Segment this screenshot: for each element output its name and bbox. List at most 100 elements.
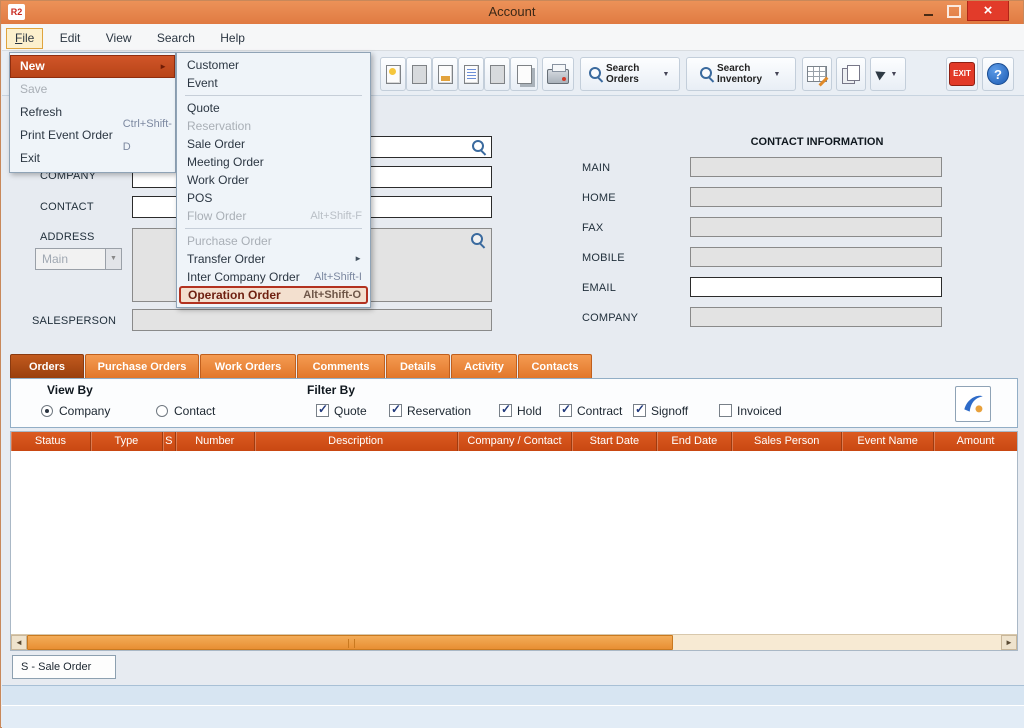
menu-search[interactable]: Search	[148, 28, 204, 49]
document-stack-button[interactable]	[510, 57, 538, 91]
file-menu-item-print-event-order[interactable]: Print Event Order Ctrl+Shift-D	[10, 124, 175, 147]
pointer-tool-button[interactable]: ▼	[870, 57, 906, 91]
copy-icon	[842, 65, 860, 83]
document-stack-icon	[517, 65, 532, 84]
scrollbar-thumb[interactable]	[27, 635, 673, 650]
chevron-down-icon[interactable]: ▼	[105, 249, 121, 269]
filter-signoff-checkbox[interactable]	[633, 404, 646, 417]
contact-company-field	[690, 307, 942, 327]
filter-invoiced-checkbox[interactable]	[719, 404, 732, 417]
search-inventory-button[interactable]: Search Inventory ▼	[686, 57, 796, 91]
column-sales-person[interactable]: Sales Person	[732, 432, 842, 451]
email-field[interactable]	[690, 277, 942, 297]
tab-contacts[interactable]: Contacts	[518, 354, 592, 378]
document-lines-button[interactable]	[458, 57, 484, 91]
tab-activity[interactable]: Activity	[451, 354, 517, 378]
status-bar-lower	[2, 705, 1024, 728]
titlebar[interactable]: R2 Account	[1, 1, 1023, 24]
view-by-contact-radio[interactable]	[156, 405, 168, 417]
submenu-item-purchase-order[interactable]: Purchase Order	[177, 232, 370, 250]
submenu-item-pos[interactable]: POS	[177, 189, 370, 207]
menu-file[interactable]: File	[6, 28, 43, 49]
tab-orders[interactable]: Orders	[10, 354, 84, 378]
column-start-date[interactable]: Start Date	[572, 432, 657, 451]
submenu-item-flow-order[interactable]: Flow Order Alt+Shift-F	[177, 207, 370, 225]
minimize-button[interactable]	[915, 1, 941, 21]
view-by-company-radio[interactable]	[41, 405, 53, 417]
file-menu-item-new[interactable]: New ►	[10, 55, 175, 78]
submenu-item-reservation[interactable]: Reservation	[177, 117, 370, 135]
tab-details[interactable]: Details	[386, 354, 450, 378]
filter-quote-label: Quote	[334, 404, 367, 418]
horizontal-scrollbar[interactable]: ◄ ►	[11, 634, 1017, 650]
column-event-name[interactable]: Event Name	[842, 432, 934, 451]
edit-grid-button[interactable]	[802, 57, 832, 91]
help-button[interactable]: ?	[982, 57, 1014, 91]
close-button[interactable]	[967, 1, 1009, 21]
submenu-item-customer[interactable]: Customer	[177, 56, 370, 74]
search-icon[interactable]	[471, 233, 485, 247]
search-icon[interactable]	[472, 140, 486, 154]
submenu-item-sale-order[interactable]: Sale Order	[177, 135, 370, 153]
filter-reservation-checkbox[interactable]	[389, 404, 402, 417]
menu-help[interactable]: Help	[211, 28, 254, 49]
window-title: Account	[1, 4, 1023, 19]
submenu-item-quote[interactable]: Quote	[177, 99, 370, 117]
filter-contract-checkbox[interactable]	[559, 404, 572, 417]
save-document-button[interactable]	[432, 57, 458, 91]
document-gray-button[interactable]	[484, 57, 510, 91]
chevron-down-icon[interactable]: ▼	[661, 71, 671, 78]
file-dropdown-menu: New ► Save Refresh Print Event Order Ctr…	[9, 52, 176, 173]
search-orders-label: Search Orders	[606, 63, 658, 85]
menu-view[interactable]: View	[97, 28, 141, 49]
column-status[interactable]: Status	[11, 432, 91, 451]
column-number[interactable]: Number	[176, 432, 255, 451]
filter-invoiced-label: Invoiced	[737, 404, 782, 418]
filter-quote-checkbox[interactable]	[316, 404, 329, 417]
tab-work-orders[interactable]: Work Orders	[200, 354, 296, 378]
submenu-item-meeting-order[interactable]: Meeting Order	[177, 153, 370, 171]
email-label: EMAIL	[582, 282, 616, 294]
address-type-select[interactable]: Main ▼	[35, 248, 122, 270]
filter-signoff-label: Signoff	[651, 404, 688, 418]
filter-hold-checkbox[interactable]	[499, 404, 512, 417]
tab-comments[interactable]: Comments	[297, 354, 385, 378]
search-orders-button[interactable]: Search Orders ▼	[580, 57, 680, 91]
column-amount[interactable]: Amount	[934, 432, 1017, 451]
submenu-item-inter-company-order[interactable]: Inter Company Order Alt+Shift-I	[177, 268, 370, 286]
scroll-right-arrow-icon[interactable]: ►	[1001, 635, 1017, 650]
column-type[interactable]: Type	[91, 432, 163, 451]
address-type-value: Main	[42, 252, 68, 266]
column-end-date[interactable]: End Date	[657, 432, 732, 451]
menu-edit[interactable]: Edit	[51, 28, 90, 49]
exit-button[interactable]: EXIT	[946, 57, 978, 91]
quick-view-button[interactable]	[955, 386, 991, 422]
submenu-item-transfer-order[interactable]: Transfer Order ►	[177, 250, 370, 268]
column-description[interactable]: Description	[255, 432, 458, 451]
new-document-button[interactable]	[380, 57, 406, 91]
submenu-item-event[interactable]: Event	[177, 74, 370, 92]
open-document-button[interactable]	[406, 57, 432, 91]
maximize-button[interactable]	[941, 1, 967, 21]
chevron-down-icon[interactable]: ▼	[889, 71, 899, 78]
app-window: R2 Account File Edit View Search Help Se…	[0, 0, 1024, 728]
copy-button[interactable]	[836, 57, 866, 91]
grid-header: Status Type S Number Description Company…	[11, 432, 1017, 451]
fax-label: FAX	[582, 222, 603, 234]
submenu-item-work-order[interactable]: Work Order	[177, 171, 370, 189]
scroll-left-arrow-icon[interactable]: ◄	[11, 635, 27, 650]
mobile-field	[690, 247, 942, 267]
file-menu-item-save[interactable]: Save	[10, 78, 175, 101]
column-s[interactable]: S	[163, 432, 176, 451]
column-company-contact[interactable]: Company / Contact	[458, 432, 573, 451]
search-view-icon	[960, 391, 986, 417]
main-area: COMPANY CONTACT ADDRESS Main ▼ SALESPERS…	[2, 96, 1024, 728]
print-button[interactable]	[542, 57, 574, 91]
tab-purchase-orders[interactable]: Purchase Orders	[85, 354, 199, 378]
submenu-item-operation-order[interactable]: Operation Order Alt+Shift-O	[179, 286, 368, 304]
shortcut-label: Alt+Shift-O	[293, 286, 361, 304]
chevron-down-icon[interactable]: ▼	[772, 71, 782, 78]
home-phone-field	[690, 187, 942, 207]
search-inventory-label: Search Inventory	[717, 63, 769, 85]
salesperson-field	[132, 309, 492, 331]
